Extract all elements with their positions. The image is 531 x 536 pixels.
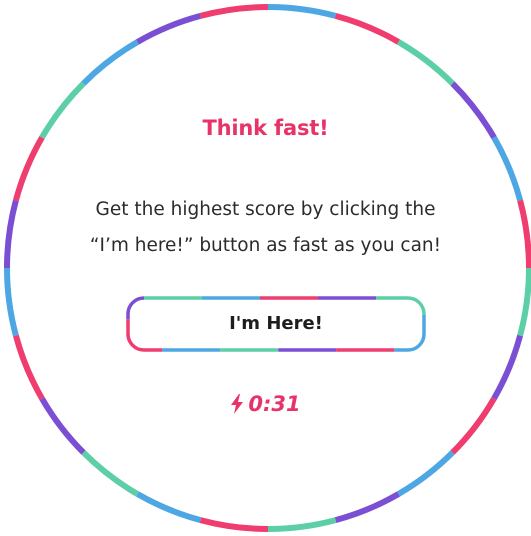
description-line-1: Get the highest score by clicking the [95, 199, 436, 220]
countdown-timer: 0:31 [0, 392, 531, 416]
game-title: Think fast! [202, 116, 329, 140]
im-here-button[interactable]: I'm Here! [126, 296, 426, 352]
description-line-2: “I’m here!” button as fast as you can! [89, 235, 442, 256]
lightning-bolt-icon [231, 394, 244, 414]
game-description: Get the highest score by clicking the “I… [40, 192, 491, 264]
timer-value: 0:31 [248, 392, 301, 416]
game-content: Think fast! Get the highest score by cli… [0, 0, 531, 536]
game-card: Think fast! Get the highest score by cli… [0, 0, 531, 536]
